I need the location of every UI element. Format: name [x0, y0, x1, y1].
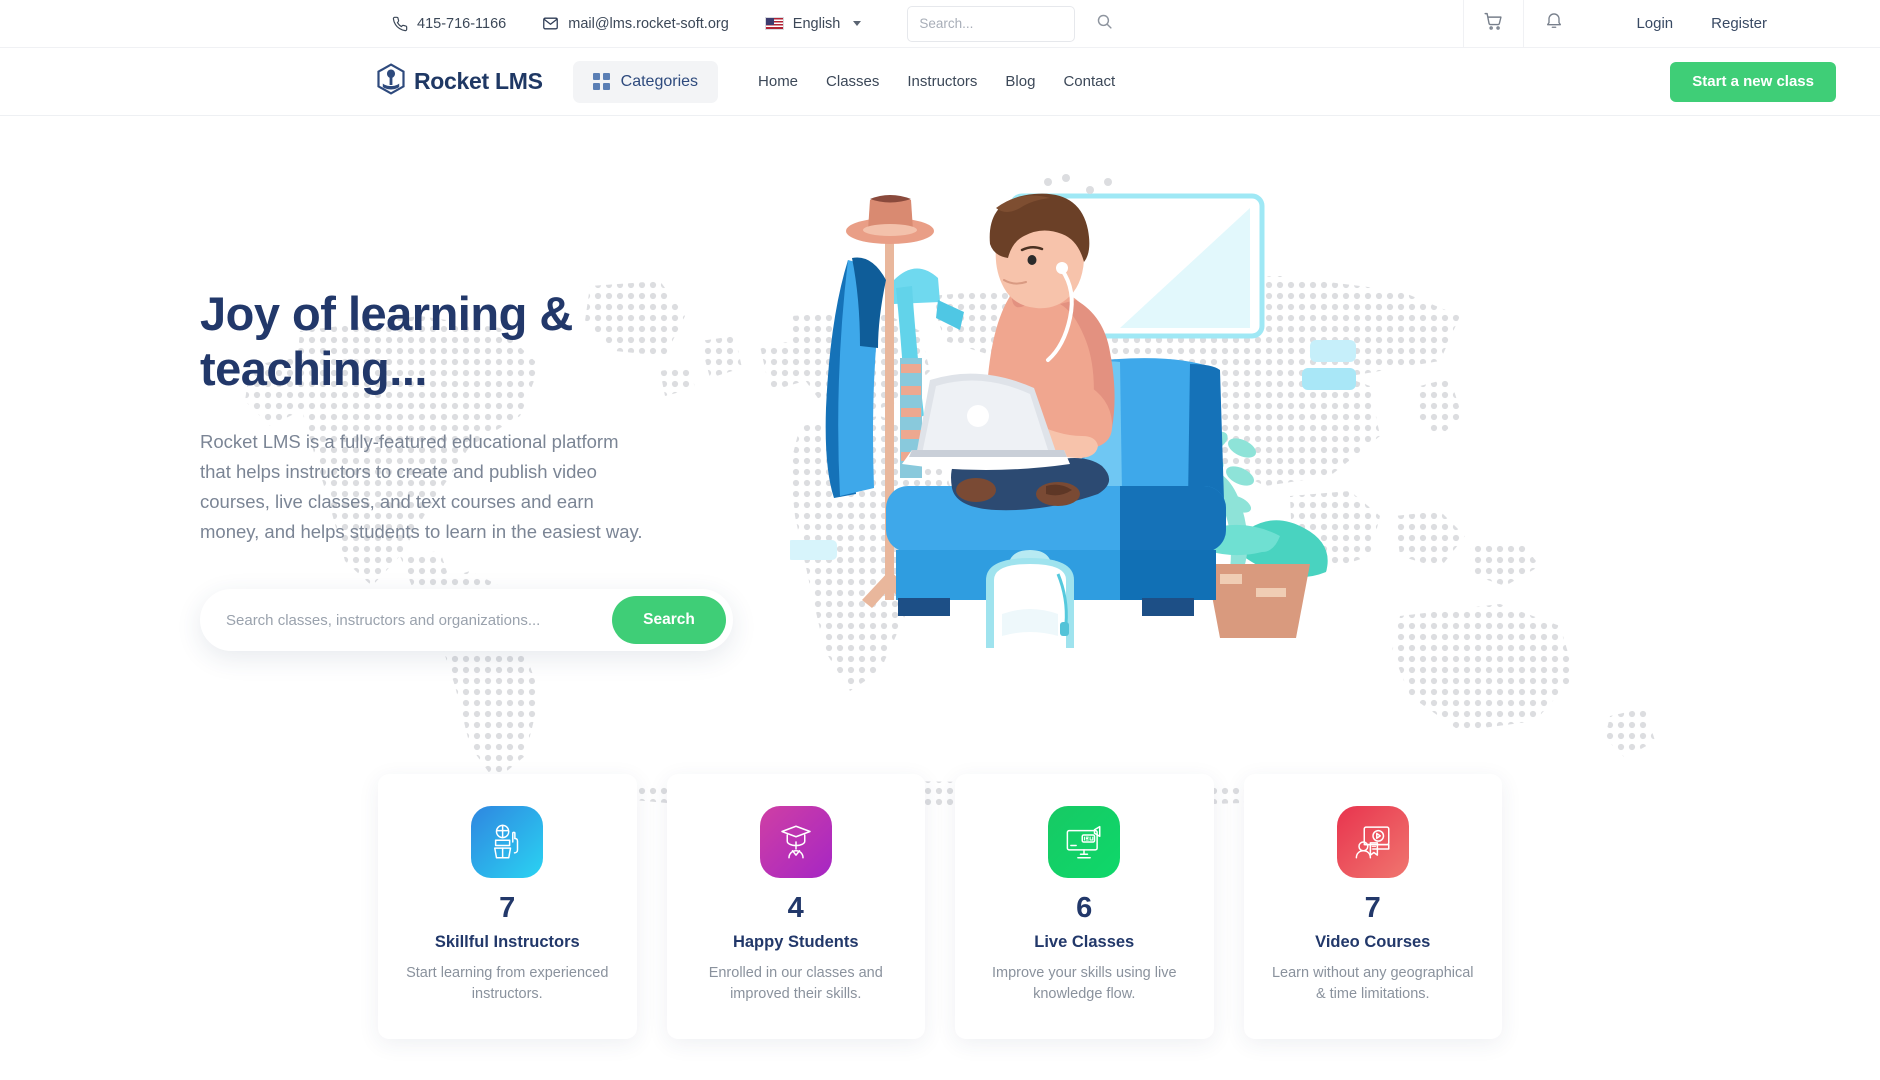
- chevron-down-icon: [853, 21, 862, 26]
- stat-count: 7: [499, 892, 516, 924]
- cart-icon: [1483, 11, 1504, 37]
- topbar-contact-group: 415-716-1166 mail@lms.rocket-soft.org En…: [374, 5, 1112, 42]
- search-input[interactable]: [919, 16, 1097, 31]
- stat-card[interactable]: 7 Video Courses Learn without any geogra…: [1243, 774, 1502, 1040]
- student-on-couch-with-laptop-illustration: [790, 174, 1356, 648]
- hero-search-bar[interactable]: Search: [200, 589, 733, 652]
- language-selector[interactable]: English: [747, 16, 880, 32]
- email-address: mail@lms.rocket-soft.org: [568, 15, 729, 32]
- nav-link-blog[interactable]: Blog: [991, 73, 1049, 90]
- topbar-search[interactable]: [907, 5, 1112, 42]
- nav-link-home[interactable]: Home: [744, 73, 812, 90]
- stat-title: Skillful Instructors: [434, 933, 580, 951]
- phone-contact[interactable]: 415-716-1166: [374, 16, 524, 32]
- envelope-icon: [542, 15, 559, 32]
- topbar-actions: Login Register: [1463, 0, 1836, 48]
- stat-description: Enrolled in our classes and improved the…: [708, 965, 883, 1003]
- hero-title: Joy of learning & teaching...: [200, 287, 573, 396]
- auth-links: Login Register: [1617, 15, 1836, 32]
- nav-link-contact[interactable]: Contact: [1049, 73, 1129, 90]
- hero-copy: Joy of learning & teaching... Rocket LMS…: [200, 116, 760, 652]
- hero-search-input[interactable]: [226, 611, 612, 629]
- hero-section: Joy of learning & teaching... Rocket LMS…: [0, 116, 1880, 816]
- stat-count: 7: [1364, 892, 1381, 924]
- us-flag-icon: [764, 17, 784, 30]
- phone-icon: [392, 16, 408, 32]
- brand-logo[interactable]: Rocket LMS: [376, 63, 543, 100]
- language-label: English: [792, 15, 841, 32]
- notifications-button[interactable]: [1523, 0, 1583, 48]
- stat-title: Live Classes: [1034, 933, 1135, 951]
- bell-icon: [1544, 11, 1564, 36]
- instructor-icon: [471, 806, 544, 878]
- hero-content: Joy of learning & teaching... Rocket LMS…: [200, 116, 1680, 652]
- stat-count: 6: [1076, 892, 1093, 924]
- nav-link-classes[interactable]: Classes: [812, 73, 893, 90]
- nav-link-instructors[interactable]: Instructors: [893, 73, 991, 90]
- primary-nav: Home Classes Instructors Blog Contact: [744, 73, 1129, 90]
- login-link[interactable]: Login: [1617, 15, 1692, 32]
- rocket-lms-logo-icon: [376, 63, 406, 100]
- main-navbar: Rocket LMS Categories Home Classes Instr…: [0, 48, 1880, 116]
- categories-label: Categories: [620, 72, 699, 90]
- top-utility-bar: 415-716-1166 mail@lms.rocket-soft.org En…: [0, 0, 1880, 48]
- brand-name: Rocket LMS: [414, 68, 543, 94]
- grid-icon: [592, 73, 610, 90]
- start-new-class-button[interactable]: Start a new class: [1670, 61, 1836, 102]
- hero-subtitle: Rocket LMS is a fully-featured education…: [200, 430, 643, 543]
- hero-illustration-wrap: [760, 116, 1680, 648]
- cart-button[interactable]: [1463, 0, 1523, 48]
- register-link[interactable]: Register: [1692, 15, 1786, 32]
- stat-title: Happy Students: [732, 933, 859, 951]
- graduate-icon: [759, 806, 832, 878]
- email-contact[interactable]: mail@lms.rocket-soft.org: [524, 15, 747, 32]
- stat-description: Improve your skills using live knowledge…: [991, 965, 1177, 1003]
- stat-card[interactable]: 6 Live Classes Improve your skills using…: [955, 774, 1214, 1040]
- stat-card[interactable]: 4 Happy Students Enrolled in our classes…: [666, 774, 925, 1040]
- stat-count: 4: [787, 892, 804, 924]
- categories-button[interactable]: Categories: [572, 60, 719, 103]
- live-monitor-icon: [1048, 806, 1121, 878]
- search-icon[interactable]: [1096, 13, 1113, 35]
- phone-number: 415-716-1166: [417, 15, 507, 32]
- stat-description: Start learning from experienced instruct…: [406, 965, 609, 1003]
- video-course-icon: [1336, 806, 1409, 878]
- hero-search-button[interactable]: Search: [612, 596, 726, 645]
- stat-title: Video Courses: [1315, 933, 1431, 951]
- stats-section: 7 Skillful Instructors Start learning fr…: [378, 774, 1502, 1040]
- stat-description: Learn without any geographical & time li…: [1271, 965, 1474, 1003]
- stat-card[interactable]: 7 Skillful Instructors Start learning fr…: [378, 774, 637, 1040]
